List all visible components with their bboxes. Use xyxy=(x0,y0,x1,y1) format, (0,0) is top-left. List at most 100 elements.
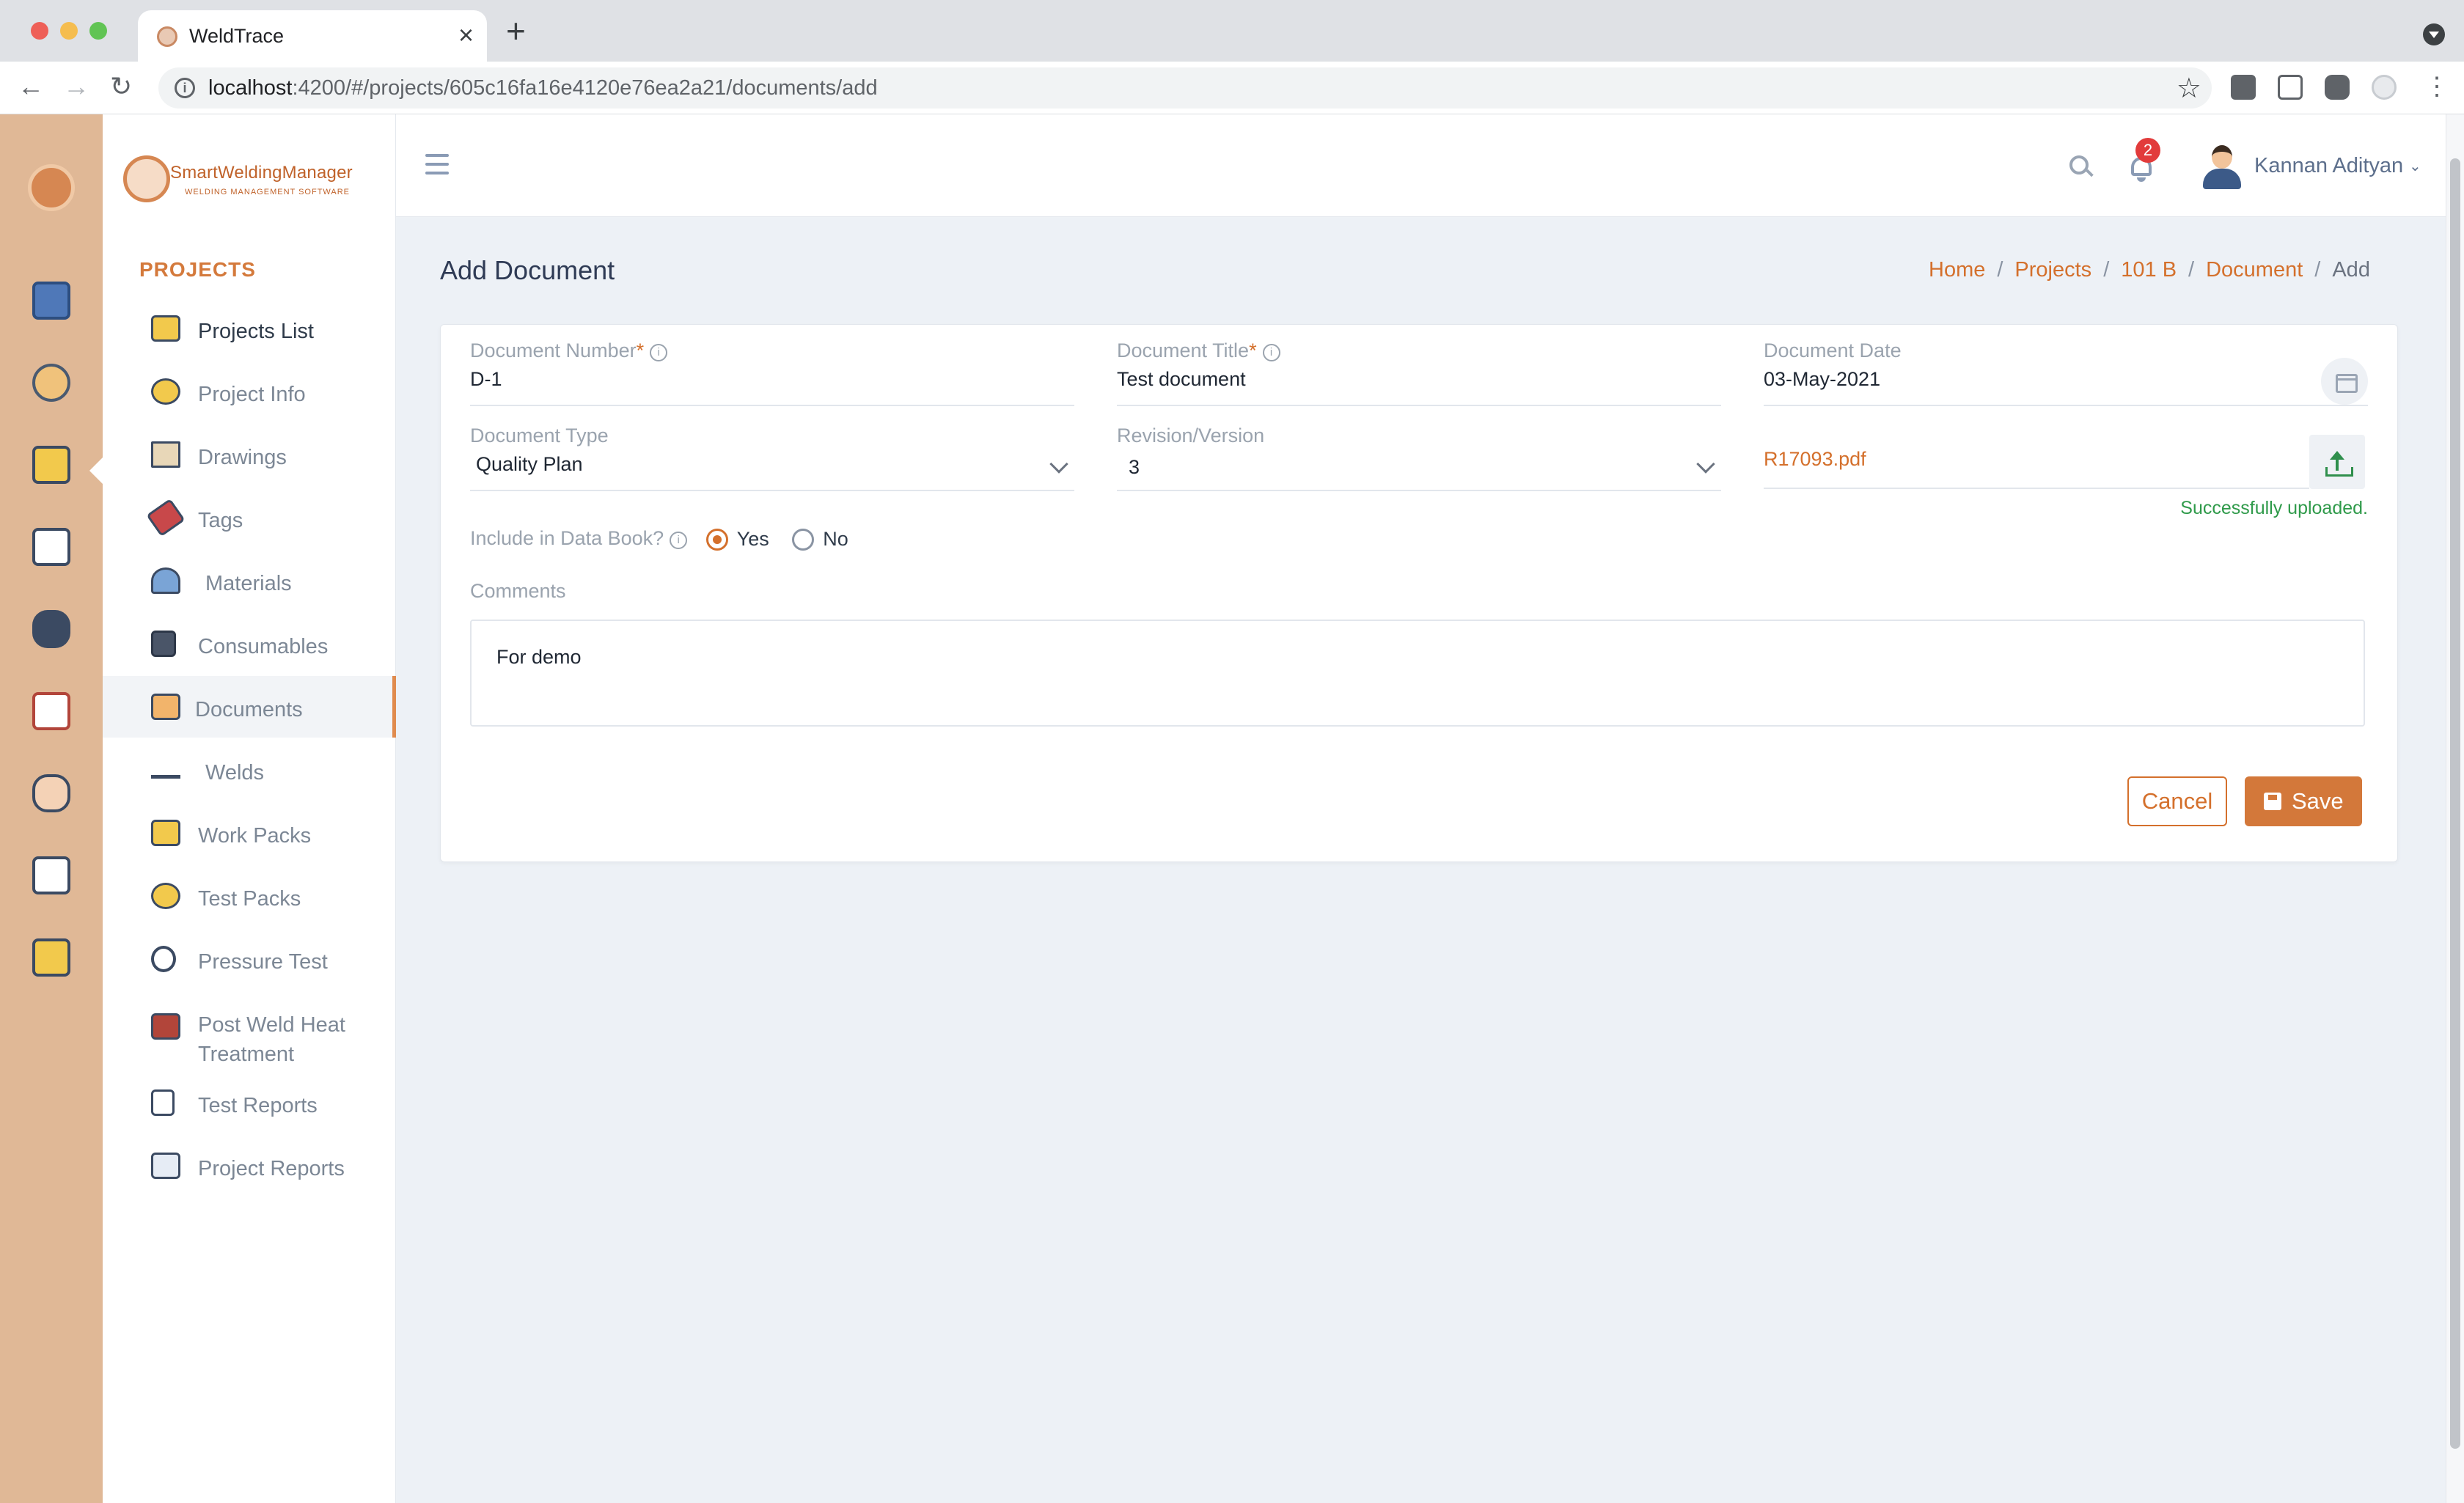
sidebar-item-documents[interactable]: Documents xyxy=(103,676,396,738)
chevron-down-icon[interactable] xyxy=(1049,455,1068,474)
sidebar-item-pressure-test[interactable]: Pressure Test xyxy=(103,928,396,990)
report-clock-icon[interactable] xyxy=(32,856,70,894)
sidebar-item-consumables[interactable]: Consumables xyxy=(103,613,396,675)
document-type-select[interactable]: Quality Plan xyxy=(470,453,1074,491)
sidebar-item-welds[interactable]: Welds xyxy=(103,739,396,801)
window-close-button[interactable] xyxy=(31,22,48,40)
document-date-input[interactable]: 03-May-2021 xyxy=(1764,358,2368,406)
back-arrow-icon[interactable]: ← xyxy=(18,70,44,103)
clipboard-icon xyxy=(151,1089,175,1116)
sidebar-item-label: Project Info xyxy=(198,383,306,406)
sidebar-item-label: Test Reports xyxy=(198,1094,318,1117)
projects-folder-icon[interactable] xyxy=(32,446,70,484)
info-icon[interactable]: i xyxy=(670,532,688,549)
user-avatar[interactable] xyxy=(2201,145,2241,189)
address-bar[interactable]: i localhost:4200/#/projects/605c16fa16e4… xyxy=(158,67,2212,109)
breadcrumb-document[interactable]: Document xyxy=(2206,258,2303,282)
search-icon[interactable] xyxy=(2069,155,2089,174)
reload-icon[interactable]: ↻ xyxy=(110,70,132,103)
profile-avatar-icon[interactable] xyxy=(2372,75,2397,100)
sidebar-item-test-packs[interactable]: Test Packs xyxy=(103,865,396,927)
chevron-down-icon[interactable]: ⌄ xyxy=(2409,157,2421,175)
sidebar-item-pwht[interactable]: Post Weld Heat Treatment xyxy=(103,991,396,1067)
notification-count-badge[interactable]: 2 xyxy=(2135,138,2160,163)
org-chart-icon[interactable] xyxy=(32,364,70,402)
tab-search-icon[interactable] xyxy=(2423,23,2445,45)
module-rail xyxy=(0,114,103,1503)
sidebar-item-label: Welds xyxy=(205,761,265,784)
upload-status: Successfully uploaded. xyxy=(2180,498,2368,518)
comments-label: Comments xyxy=(470,580,566,602)
sidebar-item-tags[interactable]: Tags xyxy=(103,487,396,548)
sidebar-item-project-reports[interactable]: Project Reports xyxy=(103,1135,396,1197)
certificate-icon[interactable] xyxy=(32,938,70,977)
favicon-icon xyxy=(157,26,177,47)
chevron-down-icon[interactable] xyxy=(1696,455,1715,474)
extension-icon[interactable] xyxy=(2231,75,2256,100)
calendar-icon[interactable] xyxy=(2321,358,2368,405)
spool-icon xyxy=(151,631,176,657)
screenshot-icon[interactable] xyxy=(2278,75,2303,100)
save-button[interactable]: Save xyxy=(2245,776,2362,826)
data-book-no-radio[interactable] xyxy=(792,528,815,551)
menu-toggle-icon[interactable] xyxy=(425,154,449,174)
sidebar-item-work-packs[interactable]: Work Packs xyxy=(103,802,396,864)
scrollbar-thumb[interactable] xyxy=(2450,158,2460,1449)
data-book-radio-group: Include in Data Book? i Yes No xyxy=(470,527,848,551)
site-info-icon[interactable]: i xyxy=(175,78,195,98)
user-name[interactable]: Kannan Adityan xyxy=(2254,154,2403,178)
work-pack-icon xyxy=(151,820,180,846)
app-logo-icon[interactable] xyxy=(28,164,75,211)
brand-logo-icon[interactable] xyxy=(123,155,170,202)
cancel-button[interactable]: Cancel xyxy=(2127,776,2227,826)
sidebar-item-test-reports[interactable]: Test Reports xyxy=(103,1072,396,1133)
sidebar-item-materials[interactable]: Materials xyxy=(103,550,396,611)
sidebar-item-label: Tags xyxy=(198,509,243,532)
puzzle-icon[interactable] xyxy=(2325,75,2350,100)
browser-tab-bar: WeldTrace × + xyxy=(0,0,2464,62)
bookmark-star-icon[interactable]: ☆ xyxy=(2177,72,2201,105)
document-title-field[interactable]: Document Title* i Test document xyxy=(1117,339,1721,406)
page-title: Add Document xyxy=(440,255,615,285)
breadcrumb: Home / Projects/101 B / Document / Add xyxy=(1929,258,2370,282)
brand-name[interactable]: SmartWeldingManager xyxy=(170,163,353,183)
sidebar-item-label: Work Packs xyxy=(198,824,312,848)
info-icon[interactable]: i xyxy=(650,344,668,361)
sidebar-item-drawings[interactable]: Drawings xyxy=(103,424,396,485)
revision-field[interactable]: Revision/Version 3 xyxy=(1117,425,1721,491)
comments-textarea[interactable]: For demo xyxy=(470,620,2365,727)
pipes-icon xyxy=(151,567,180,594)
tab-close-icon[interactable]: × xyxy=(458,21,474,50)
breadcrumb-projects[interactable]: Projects xyxy=(2014,258,2091,282)
forward-arrow-icon[interactable]: → xyxy=(63,70,89,103)
breadcrumb-project[interactable]: 101 B xyxy=(2121,258,2177,282)
info-icon[interactable]: i xyxy=(1262,344,1280,361)
data-book-yes-radio[interactable] xyxy=(705,528,728,551)
sidebar-item-project-info[interactable]: Project Info xyxy=(103,361,396,422)
document-number-field[interactable]: Document Number* i D-1 xyxy=(470,339,1074,406)
breadcrumb-home[interactable]: Home xyxy=(1929,258,1985,282)
welder-icon[interactable] xyxy=(32,610,70,648)
new-tab-button[interactable]: + xyxy=(506,14,526,48)
window-maximize-button[interactable] xyxy=(89,22,107,40)
checklist-gear-icon[interactable] xyxy=(32,528,70,566)
browser-menu-icon[interactable]: ⋮ xyxy=(2424,70,2449,103)
browser-tab[interactable]: WeldTrace × xyxy=(138,10,487,62)
document-number-input[interactable]: D-1 xyxy=(470,368,1074,406)
sidebar-item-projects-list[interactable]: Projects List xyxy=(103,298,396,359)
sidebar-item-label: Post Weld Heat Treatment xyxy=(198,1013,345,1066)
team-icon[interactable] xyxy=(32,774,70,812)
url-text[interactable]: localhost:4200/#/projects/605c16fa16e412… xyxy=(208,76,878,100)
page-scrollbar[interactable] xyxy=(2446,114,2464,1503)
whiteboard-icon[interactable] xyxy=(32,692,70,730)
document-date-field[interactable]: Document Date 03-May-2021 xyxy=(1764,339,2368,406)
uploaded-file-link[interactable]: R17093.pdf xyxy=(1764,448,1866,471)
sidebar-item-label: Consumables xyxy=(198,635,329,658)
document-title-input[interactable]: Test document xyxy=(1117,368,1721,406)
document-type-field[interactable]: Document Type Quality Plan xyxy=(470,425,1074,491)
sidebar-section-title: PROJECTS xyxy=(139,258,256,281)
window-minimize-button[interactable] xyxy=(60,22,78,40)
revision-select[interactable]: 3 xyxy=(1117,453,1721,491)
brand-tagline: WELDING MANAGEMENT SOFTWARE xyxy=(185,188,351,196)
monitor-icon[interactable] xyxy=(32,282,70,320)
